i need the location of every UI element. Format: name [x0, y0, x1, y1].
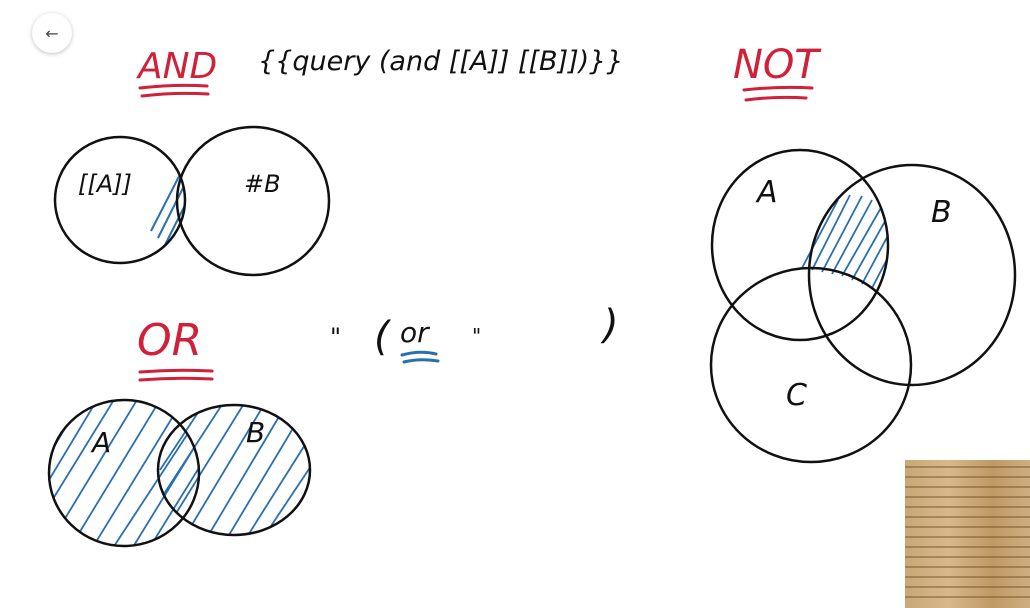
not-underline-2: [744, 95, 808, 102]
not-title: NOT: [733, 42, 822, 88]
and-label-a: [[A]]: [78, 170, 132, 198]
or-paren-open: (: [374, 314, 392, 360]
not-circle-b: [807, 163, 1017, 387]
window-blinds-image: [905, 460, 1030, 608]
or-paren-close: ): [600, 302, 619, 348]
or-underline-2: [138, 376, 214, 382]
or-label-b: B: [246, 416, 265, 449]
or-title: OR: [137, 315, 202, 366]
and-venn-diagram: [[A]] #B: [53, 125, 331, 277]
or-query: " ( or " ): [330, 302, 619, 364]
and-title: AND: [136, 46, 217, 87]
or-word: or: [400, 316, 430, 349]
not-label-b: B: [931, 195, 952, 230]
or-left-hatch: [49, 400, 199, 546]
not-underline-1: [742, 85, 814, 92]
and-underline-2: [140, 91, 210, 98]
not-venn-diagram: A B C: [709, 148, 1017, 464]
and-heading: AND: [136, 46, 217, 98]
or-left-hatch-lines: [49, 400, 199, 546]
or-quote-left: ": [330, 323, 341, 351]
or-word-underline: [400, 350, 440, 364]
whiteboard-canvas[interactable]: AND {{query (and [[A]] [[B]])}} [[A]] #B…: [0, 0, 1030, 608]
and-underline-1: [138, 83, 209, 90]
or-quote-right: ": [472, 324, 481, 348]
or-label-a: A: [90, 426, 111, 459]
or-underline-1: [138, 368, 214, 374]
and-circle-a: [53, 135, 187, 265]
or-venn-diagram: A B: [47, 398, 312, 548]
or-heading: OR: [137, 315, 214, 382]
and-circle-b: [175, 125, 331, 277]
and-label-b: #B: [244, 170, 281, 198]
not-label-a: A: [755, 175, 778, 210]
not-label-c: C: [786, 378, 807, 413]
not-heading: NOT: [733, 42, 822, 102]
and-query-text: {{query (and [[A]] [[B]])}}: [258, 46, 624, 77]
